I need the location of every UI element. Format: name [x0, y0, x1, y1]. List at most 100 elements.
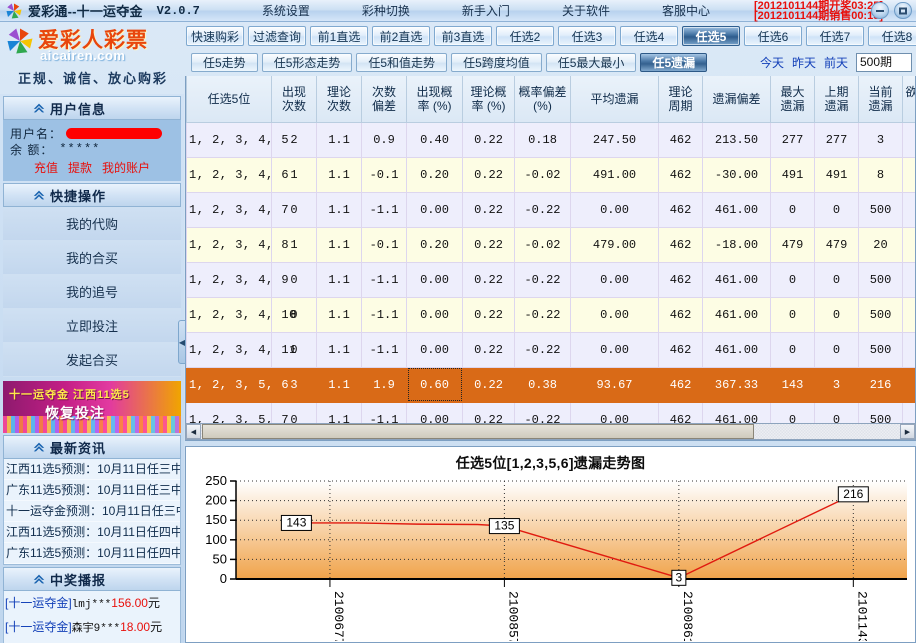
cell-combination[interactable]: 1, 2, 3, 4, 11 — [187, 332, 272, 367]
col-max-omission[interactable]: 最大遗漏 — [771, 76, 815, 122]
table-cell[interactable]: 0.22 — [463, 262, 515, 297]
quick-item-start-group-buy[interactable]: 发起合买 — [3, 343, 181, 377]
table-cell[interactable]: 1.1 — [317, 297, 362, 332]
table-cell[interactable]: 0.20 — [407, 227, 463, 262]
col-combination[interactable]: 任选5位 — [187, 76, 272, 122]
table-cell[interactable]: 0.00 — [571, 297, 659, 332]
tab-ren4[interactable]: 任选4 — [620, 26, 678, 46]
table-cell[interactable]: 479 — [771, 227, 815, 262]
table-cell[interactable]: 500 — [859, 332, 903, 367]
table-cell[interactable]: 213.50 — [703, 122, 771, 157]
menu-item-lottery-switch[interactable]: 彩种切换 — [336, 2, 436, 19]
table-cell[interactable]: 3 — [815, 367, 859, 402]
table-cell[interactable]: 1.1 — [317, 122, 362, 157]
link-yesterday[interactable]: 昨天 — [792, 54, 816, 71]
table-row[interactable]: 1, 2, 3, 4, 811.1-0.10.200.22-0.02479.00… — [187, 227, 916, 262]
table-cell[interactable]: 1.1 — [317, 262, 362, 297]
tab-front3-direct[interactable]: 前3直选 — [434, 26, 492, 46]
table-cell[interactable]: 461.00 — [703, 262, 771, 297]
scroll-left-button[interactable]: ◀ — [186, 424, 201, 439]
table-cell[interactable]: 0.00 — [407, 262, 463, 297]
table-cell[interactable]: 247.50 — [571, 122, 659, 157]
table-cell[interactable]: 0.00 — [571, 192, 659, 227]
table-cell[interactable]: 0 — [815, 262, 859, 297]
table-cell[interactable]: -1.1 — [362, 297, 407, 332]
table-cell[interactable]: 491.00 — [571, 157, 659, 192]
tab-front1-direct[interactable]: 前1直选 — [310, 26, 368, 46]
table-cell[interactable]: 0.00 — [407, 192, 463, 227]
tab-ren6[interactable]: 任选6 — [744, 26, 802, 46]
table-cell[interactable]: -1.1 — [362, 262, 407, 297]
cell-combination[interactable]: 1, 2, 3, 5, 6 — [187, 367, 272, 402]
tab-ren5[interactable]: 任选5 — [682, 26, 740, 46]
cell-combination[interactable]: 1, 2, 3, 4, 7 — [187, 192, 272, 227]
panel-header-quick-actions[interactable]: 快捷操作 — [3, 183, 181, 207]
table-cell[interactable]: 1.1 — [317, 227, 362, 262]
cell-combination[interactable]: 1, 2, 3, 4, 8 — [187, 227, 272, 262]
table-cell[interactable]: 2.31 — [903, 367, 916, 402]
cell-combination[interactable]: 1, 2, 3, 4, 5 — [187, 122, 272, 157]
minimize-button[interactable] — [871, 2, 889, 19]
table-cell[interactable]: 0.18 — [515, 122, 571, 157]
tab-quick-buy[interactable]: 快速购彩 — [186, 26, 244, 46]
tab-ren8[interactable]: 任选8 — [868, 26, 916, 46]
col-probability-deviation[interactable]: 概率偏差(%) — [515, 76, 571, 122]
table-cell[interactable]: 0.38 — [515, 367, 571, 402]
link-withdraw[interactable]: 提款 — [68, 159, 92, 176]
period-count-input[interactable]: 500期 — [856, 53, 912, 72]
col-count-deviation[interactable]: 次数偏差 — [362, 76, 407, 122]
table-cell[interactable]: 0.04 — [903, 227, 916, 262]
table-cell[interactable]: -18.00 — [703, 227, 771, 262]
table-row[interactable]: 1, 2, 3, 4, 521.10.90.400.220.18247.5046… — [187, 122, 916, 157]
win-item[interactable]: [幸运赛车]xie***8.00+0.24元 — [4, 639, 180, 643]
scroll-right-button[interactable]: ▶ — [900, 424, 915, 439]
table-horizontal-scrollbar[interactable]: ◀ ▶ — [185, 423, 916, 440]
table-row[interactable]: 1, 2, 3, 4, 1101.1-1.10.000.22-0.220.004… — [187, 332, 916, 367]
table-cell[interactable]: 0.02 — [903, 157, 916, 192]
panel-header-user-info[interactable]: 用户信息 — [3, 96, 181, 120]
table-cell[interactable]: 0.00 — [903, 297, 916, 332]
table-row[interactable]: 1, 2, 3, 4, 901.1-1.10.000.22-0.220.0046… — [187, 262, 916, 297]
maximize-button[interactable] — [894, 2, 912, 19]
table-cell[interactable]: 0.00 — [571, 262, 659, 297]
table-cell[interactable]: -0.22 — [515, 192, 571, 227]
table-cell[interactable]: 500 — [859, 192, 903, 227]
table-cell[interactable]: 0.00 — [571, 332, 659, 367]
news-item[interactable]: 十一运夺金预测：10月11日任三中 — [4, 501, 180, 522]
win-item[interactable]: [十一运夺金]lmj***156.00元 — [4, 591, 180, 615]
tab-ren3[interactable]: 任选3 — [558, 26, 616, 46]
table-cell[interactable]: 462 — [659, 122, 703, 157]
table-cell[interactable]: 462 — [659, 157, 703, 192]
table-cell[interactable]: 0.01 — [903, 122, 916, 157]
news-item[interactable]: 江西11选5预测：10月11日任三中 — [4, 459, 180, 480]
table-row[interactable]: 1, 2, 3, 4, 611.1-0.10.200.22-0.02491.00… — [187, 157, 916, 192]
table-cell[interactable]: -30.00 — [703, 157, 771, 192]
col-average-omission[interactable]: 平均遗漏 — [571, 76, 659, 122]
news-item[interactable]: 江西11选5预测：10月11日任四中 — [4, 522, 180, 543]
table-cell[interactable]: 462 — [659, 262, 703, 297]
col-theoretical-cycle[interactable]: 理论周期 — [659, 76, 703, 122]
table-cell[interactable]: 0.40 — [407, 122, 463, 157]
table-cell[interactable]: 0 — [815, 192, 859, 227]
scrollbar-track[interactable] — [201, 424, 900, 439]
subtab-ren5-pattern-trend[interactable]: 任5形态走势 — [262, 53, 353, 72]
quick-item-my-group-buy[interactable]: 我的合买 — [3, 241, 181, 275]
table-cell[interactable]: 0 — [815, 332, 859, 367]
table-cell[interactable]: 0.22 — [463, 122, 515, 157]
col-previous-omission[interactable]: 上期遗漏 — [815, 76, 859, 122]
table-cell[interactable]: 216 — [859, 367, 903, 402]
col-theoretical-probability[interactable]: 理论概率 (%) — [463, 76, 515, 122]
menu-item-about[interactable]: 关于软件 — [536, 2, 636, 19]
table-cell[interactable]: 1.9 — [362, 367, 407, 402]
link-today[interactable]: 今天 — [760, 54, 784, 71]
cell-combination[interactable]: 1, 2, 3, 4, 9 — [187, 262, 272, 297]
table-cell[interactable]: 479 — [815, 227, 859, 262]
col-current-omission[interactable]: 当前遗漏 — [859, 76, 903, 122]
win-item[interactable]: [十一运夺金]森宇9***18.00元 — [4, 615, 180, 639]
table-cell[interactable]: 479.00 — [571, 227, 659, 262]
menu-item-support[interactable]: 客服中心 — [636, 2, 736, 19]
col-theoretical-count[interactable]: 理论次数 — [317, 76, 362, 122]
table-row[interactable]: 1, 2, 3, 4, 1001.1-1.10.000.22-0.220.004… — [187, 297, 916, 332]
table-cell[interactable]: 1.1 — [317, 157, 362, 192]
col-omission-deviation[interactable]: 遗漏偏差 — [703, 76, 771, 122]
